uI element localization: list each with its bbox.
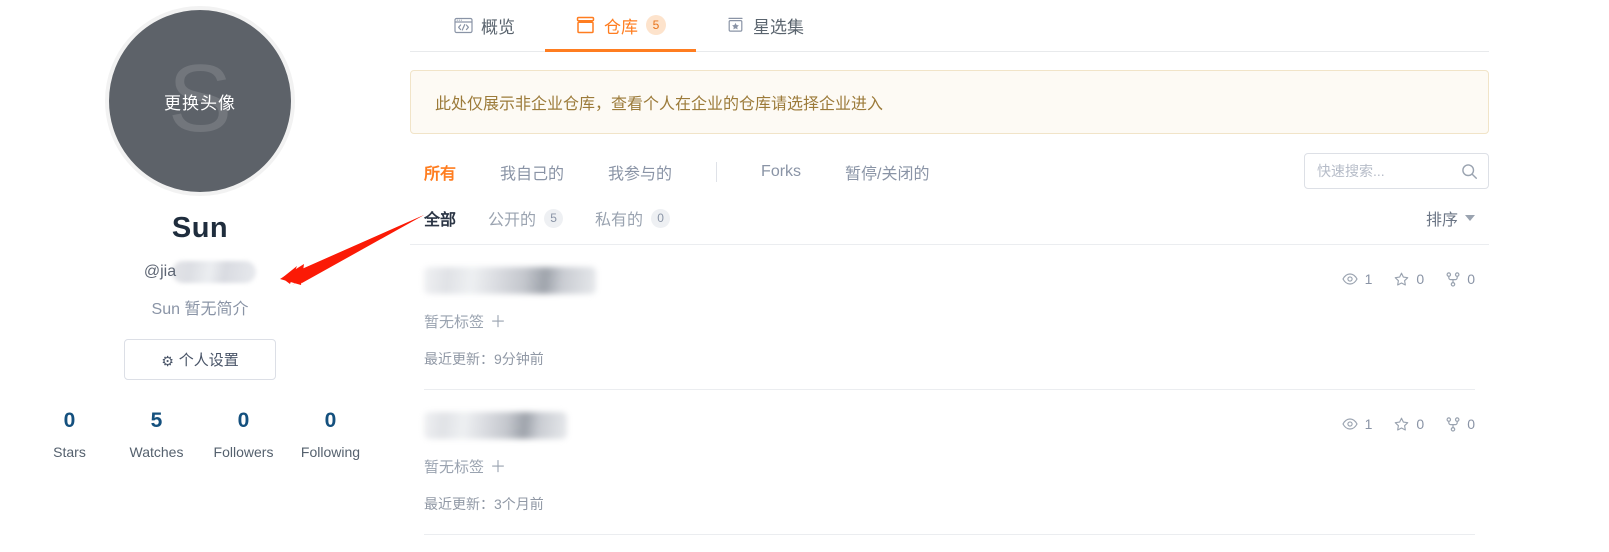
- stat-stars-value: 0: [63, 409, 76, 432]
- profile-tabs: 概览 仓库 5 星选集: [410, 0, 1489, 52]
- repo-star-count: 0: [1416, 271, 1425, 287]
- profile-login-redacted: [172, 261, 257, 283]
- repo-star-count: 0: [1416, 416, 1425, 432]
- tab-starred-collections[interactable]: 星选集: [696, 1, 834, 52]
- tab-overview[interactable]: 概览: [424, 1, 545, 52]
- personal-settings-label: 个人设置: [178, 352, 239, 369]
- table-row[interactable]: 暂无标签 ＋ 最近更新：3个月前 1 0 0: [424, 390, 1475, 535]
- repository-list: 暂无标签 ＋ 最近更新：9分钟前 1 0 0 暂无标签 ＋ 最近更新：3个月前 1…: [410, 245, 1489, 535]
- repo-stats: 1 0 0: [1341, 412, 1475, 432]
- stat-following-label: Following: [300, 444, 361, 461]
- scope-public-count: 5: [544, 208, 564, 228]
- filter-paused-closed[interactable]: 暂停/关闭的: [845, 160, 929, 184]
- add-tag-icon[interactable]: ＋: [490, 459, 506, 476]
- repo-fork-count: 0: [1467, 271, 1475, 287]
- repo-fork-stat[interactable]: 0: [1446, 416, 1475, 432]
- search-input[interactable]: [1315, 162, 1461, 180]
- repo-stats: 1 0 0: [1341, 267, 1475, 287]
- repo-watch-stat[interactable]: 1: [1341, 271, 1373, 287]
- table-row[interactable]: 暂无标签 ＋ 最近更新：9分钟前 1 0 0: [424, 245, 1475, 390]
- eye-icon: [1341, 273, 1358, 285]
- profile-bio: Sun 暂无简介: [151, 301, 249, 318]
- star-box-icon: [726, 16, 745, 34]
- enterprise-notice-text: 此处仅展示非企业仓库，查看个人在企业的仓库请选择企业进入: [435, 96, 884, 113]
- repo-scope-row: 全部 公开的 5 私有的 0 排序: [410, 206, 1489, 245]
- quick-search-box[interactable]: [1304, 153, 1489, 189]
- profile-login: @jia: [0, 261, 400, 283]
- repo-star-stat[interactable]: 0: [1394, 271, 1424, 287]
- tab-starred-collections-label: 星选集: [753, 17, 804, 37]
- stat-watches[interactable]: 5 Watches: [113, 408, 200, 460]
- avatar-wrapper: S 更换头像: [105, 6, 295, 196]
- star-icon: [1394, 417, 1409, 432]
- tab-overview-label: 概览: [481, 17, 515, 37]
- add-tag-icon[interactable]: ＋: [490, 314, 506, 331]
- stat-watches-label: Watches: [129, 444, 184, 461]
- profile-sidebar: S 更换头像 Sun @jia Sun 暂无简介 ⚙ 个人设置 0 Stars 5…: [0, 0, 400, 552]
- filter-forks[interactable]: Forks: [761, 163, 801, 181]
- filter-mine[interactable]: 我自己的: [500, 160, 564, 184]
- stat-followers-value: 0: [237, 409, 250, 432]
- chevron-down-icon: [1465, 215, 1475, 221]
- repo-fork-count: 0: [1467, 416, 1475, 432]
- repo-filter-row: 所有 我自己的 我参与的 Forks 暂停/关闭的: [410, 153, 1489, 189]
- avatar[interactable]: S 更换头像: [105, 6, 295, 196]
- repo-watch-count: 1: [1364, 416, 1373, 432]
- sort-dropdown[interactable]: 排序: [1426, 206, 1475, 230]
- stat-following-value: 0: [324, 409, 337, 432]
- search-icon[interactable]: [1461, 163, 1478, 180]
- repo-watch-stat[interactable]: 1: [1341, 416, 1373, 432]
- tab-repositories[interactable]: 仓库 5: [545, 1, 696, 52]
- filter-all[interactable]: 所有: [424, 160, 456, 184]
- repo-tags[interactable]: 暂无标签 ＋: [424, 453, 567, 477]
- repo-fork-stat[interactable]: 0: [1446, 271, 1475, 287]
- stat-watches-value: 5: [150, 409, 163, 432]
- personal-settings-button[interactable]: ⚙ 个人设置: [124, 339, 276, 380]
- filter-separator: [716, 162, 718, 182]
- repo-name-redacted[interactable]: [424, 267, 596, 294]
- enterprise-notice: 此处仅展示非企业仓库，查看个人在企业的仓库请选择企业进入: [410, 70, 1489, 134]
- scope-all-label: 全部: [424, 212, 457, 229]
- profile-stats: 0 Stars 5 Watches 0 Followers 0 Followin…: [0, 408, 400, 460]
- eye-icon: [1341, 418, 1358, 430]
- profile-name: Sun: [171, 212, 229, 244]
- gear-icon: ⚙: [161, 353, 174, 369]
- scope-public[interactable]: 公开的 5: [488, 206, 564, 230]
- repo-updated: 最近更新：3个月前: [424, 496, 544, 512]
- scope-private-count: 0: [651, 208, 671, 228]
- stat-followers-label: Followers: [213, 444, 274, 461]
- scope-all[interactable]: 全部: [424, 206, 456, 230]
- repo-watch-count: 1: [1364, 271, 1373, 287]
- repo-updated: 最近更新：9分钟前: [424, 351, 544, 367]
- stat-stars-label: Stars: [53, 444, 86, 461]
- repo-tags[interactable]: 暂无标签 ＋: [424, 308, 596, 332]
- repo-tags-label: 暂无标签: [424, 314, 485, 331]
- filter-participated[interactable]: 我参与的: [608, 160, 672, 184]
- sort-label: 排序: [1425, 212, 1458, 229]
- repository-box-icon: [575, 16, 596, 35]
- fork-icon: [1446, 271, 1460, 287]
- main-content: 概览 仓库 5 星选集 此处仅展示非企业仓库，查看个人在企业的仓库请选择企业进入…: [400, 0, 1609, 552]
- repo-info: 暂无标签 ＋ 最近更新：9分钟前: [424, 267, 596, 369]
- repo-star-stat[interactable]: 0: [1394, 416, 1424, 432]
- repo-tags-label: 暂无标签: [424, 459, 485, 476]
- stat-followers[interactable]: 0 Followers: [200, 408, 287, 460]
- scope-public-label: 公开的: [488, 212, 537, 229]
- profile-page: S 更换头像 Sun @jia Sun 暂无简介 ⚙ 个人设置 0 Stars 5…: [0, 0, 1609, 552]
- stat-following[interactable]: 0 Following: [287, 408, 374, 460]
- tab-repositories-badge: 5: [646, 15, 666, 35]
- stat-stars[interactable]: 0 Stars: [26, 408, 113, 460]
- code-window-icon: [454, 17, 473, 34]
- fork-icon: [1446, 416, 1460, 432]
- scope-private[interactable]: 私有的 0: [595, 206, 671, 230]
- repo-info: 暂无标签 ＋ 最近更新：3个月前: [424, 412, 567, 514]
- repo-name-redacted[interactable]: [424, 412, 567, 439]
- tab-repositories-label: 仓库: [604, 17, 638, 37]
- profile-login-visible: @jia: [143, 263, 177, 281]
- change-avatar-label: 更换头像: [164, 93, 236, 113]
- scope-private-label: 私有的: [595, 212, 644, 229]
- star-icon: [1394, 272, 1409, 287]
